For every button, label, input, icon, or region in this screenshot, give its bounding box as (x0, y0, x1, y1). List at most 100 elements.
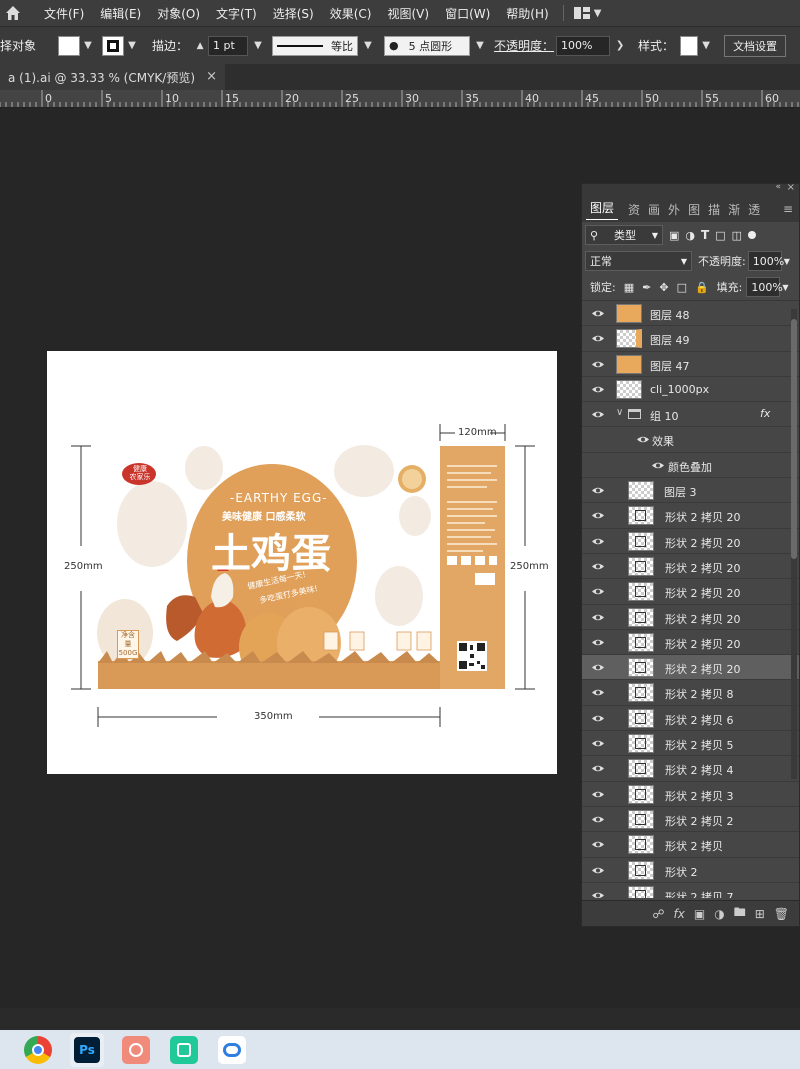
menu-item[interactable]: 窗口(W) (441, 5, 494, 22)
layer-row[interactable]: 形状 2 拷贝 4 (582, 756, 799, 782)
visibility-eye-icon[interactable] (592, 866, 604, 875)
layer-row[interactable]: 形状 2 拷贝 20 (582, 554, 799, 580)
workspace-switcher[interactable]: ▼ (573, 7, 601, 19)
panel-tab[interactable]: 描 (704, 201, 724, 218)
menu-item[interactable]: 选择(S) (269, 5, 318, 22)
filter-toggle-icon[interactable] (748, 231, 757, 239)
layer-row[interactable]: 图层 48 (582, 301, 799, 327)
layer-row[interactable]: 形状 2 拷贝 20 (582, 529, 799, 554)
layers-scrollbar[interactable] (791, 309, 797, 779)
chrome-icon[interactable] (24, 1036, 52, 1064)
brush-dropdown[interactable]: ▼ (472, 36, 488, 56)
panel-tab[interactable]: 外 (664, 201, 684, 218)
graphic-style-dropdown[interactable]: ▼ (698, 36, 714, 56)
visibility-eye-icon[interactable] (592, 688, 604, 697)
stroke-swatch[interactable] (102, 35, 125, 56)
stroke-dropdown[interactable]: ▼ (124, 36, 140, 56)
chevron-down-icon[interactable]: ▼ (782, 283, 788, 292)
layer-row[interactable]: 形状 2 拷贝 2 (582, 807, 799, 833)
add-mask-icon[interactable]: ▣ (694, 907, 705, 921)
menu-item[interactable]: 对象(O) (153, 5, 204, 22)
new-layer-icon[interactable]: ⊞ (755, 907, 765, 921)
variable-width-profile[interactable]: 等比 (272, 35, 359, 56)
layer-row[interactable]: 形状 2 拷贝 6 (582, 706, 799, 732)
link-layers-icon[interactable]: ☍ (652, 907, 664, 921)
cloud-app-icon[interactable] (218, 1036, 246, 1064)
graphic-style-swatch[interactable] (680, 35, 699, 56)
adjustment-filter-icon[interactable]: ◑ (685, 229, 695, 242)
horizontal-ruler[interactable]: 0 5 10 15 20 25 30 35 40 45 50 55 60 (0, 90, 800, 108)
layer-row[interactable]: 图层 49 (582, 326, 799, 352)
layer-row[interactable]: 形状 2 拷贝 3 (582, 782, 799, 807)
layer-row[interactable]: 形状 2 拷贝 20 (582, 630, 799, 656)
chevron-down-icon[interactable]: ∨ (616, 407, 623, 418)
visibility-eye-icon[interactable] (592, 790, 604, 799)
visibility-eye-icon[interactable] (592, 638, 604, 647)
menu-item[interactable]: 帮助(H) (502, 5, 552, 22)
home-button[interactable] (0, 0, 26, 26)
layer-row[interactable]: 效果 (582, 427, 799, 453)
layer-style-icon[interactable]: fx (674, 907, 685, 921)
visibility-eye-icon[interactable] (637, 435, 649, 444)
visibility-eye-icon[interactable] (592, 840, 604, 849)
document-tab[interactable]: a (1).ai @ 33.33 % (CMYK/预览) × (0, 64, 225, 90)
opacity-arrow[interactable]: ❯ (612, 36, 628, 56)
lock-artboard-icon[interactable]: □ (677, 281, 687, 294)
smart-object-filter-icon[interactable]: ◫ (732, 229, 742, 242)
visibility-eye-icon[interactable] (592, 663, 604, 672)
visibility-eye-icon[interactable] (592, 587, 604, 596)
visibility-eye-icon[interactable] (592, 739, 604, 748)
visibility-eye-icon[interactable] (652, 461, 664, 470)
layer-row[interactable]: 颜色叠加 (582, 453, 799, 479)
delete-layer-icon[interactable]: 🗑 (774, 907, 789, 921)
layer-row[interactable]: 形状 2 拷贝 20 (582, 605, 799, 630)
lock-transparency-icon[interactable]: ▦ (624, 281, 634, 294)
menu-item[interactable]: 编辑(E) (96, 5, 145, 22)
visibility-eye-icon[interactable] (592, 360, 604, 369)
layer-row[interactable]: 形状 2 拷贝 5 (582, 731, 799, 757)
layer-row[interactable]: 图层 47 (582, 352, 799, 377)
layer-row[interactable]: 形状 2 拷贝 8 (582, 680, 799, 706)
visibility-eye-icon[interactable] (592, 562, 604, 571)
panel-tab[interactable]: 图 (684, 201, 704, 218)
visibility-eye-icon[interactable] (592, 511, 604, 520)
visibility-eye-icon[interactable] (592, 764, 604, 773)
scroll-thumb[interactable] (791, 319, 797, 559)
fill-field[interactable]: 100% (746, 277, 783, 297)
panel-tab[interactable]: 透 (744, 201, 764, 218)
stroke-stepper[interactable]: ▲ (192, 36, 208, 56)
meitu-icon[interactable] (170, 1036, 198, 1064)
menu-item[interactable]: 效果(C) (326, 5, 376, 22)
photoshop-taskbar-button[interactable]: Ps (70, 1033, 104, 1067)
shape-filter-icon[interactable]: □ (715, 229, 725, 242)
opacity-field[interactable]: 100% (556, 35, 611, 56)
panel-tab[interactable]: 资 (624, 201, 644, 218)
layer-row[interactable]: 形状 2 (582, 858, 799, 883)
opacity-label[interactable]: 不透明度： (494, 37, 554, 54)
panel-tab[interactable]: 图层 (586, 199, 619, 220)
visibility-eye-icon[interactable] (592, 891, 604, 898)
visibility-eye-icon[interactable] (592, 613, 604, 622)
lock-pixels-icon[interactable]: ✒ (642, 281, 651, 294)
blend-mode-select[interactable]: 正常 ▼ (585, 251, 692, 271)
layer-row[interactable]: 形状 2 拷贝 7 (582, 883, 799, 898)
panel-tab[interactable]: 画 (644, 201, 664, 218)
visibility-eye-icon[interactable] (592, 309, 604, 318)
opacity-field[interactable]: 100% (747, 251, 784, 271)
menu-item[interactable]: 文字(T) (212, 5, 261, 22)
fill-swatch[interactable] (58, 35, 81, 56)
layer-row[interactable]: ∨ fx 组 10 (582, 402, 799, 428)
panel-tab[interactable]: 渐 (724, 201, 744, 218)
collapse-icon[interactable]: « (775, 182, 781, 192)
panel-menu-icon[interactable]: ≡ (783, 202, 793, 216)
type-filter-icon[interactable]: T (701, 228, 709, 242)
profile-dropdown[interactable]: ▼ (360, 36, 376, 56)
image-filter-icon[interactable]: ▣ (669, 229, 679, 242)
document-setup-button[interactable]: 文档设置 (724, 34, 787, 57)
stroke-weight-dropdown[interactable]: ▼ (250, 36, 266, 56)
layer-row[interactable]: 形状 2 拷贝 20 (582, 655, 799, 681)
layer-row[interactable]: 形状 2 拷贝 20 (582, 503, 799, 529)
visibility-eye-icon[interactable] (592, 385, 604, 394)
artboard[interactable]: 120mm 250mm 250mm 350mm 健康 农家乐 -EARTHY E… (47, 351, 557, 774)
visibility-eye-icon[interactable] (592, 334, 604, 343)
